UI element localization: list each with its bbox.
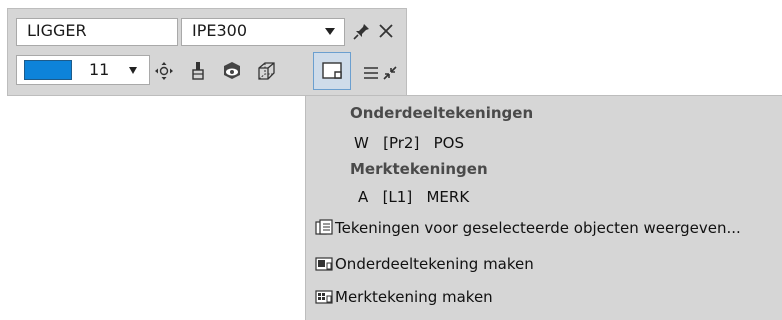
drawings-button[interactable]	[313, 52, 351, 90]
color-select[interactable]: 11	[16, 55, 150, 85]
name-field[interactable]: LIGGER	[16, 18, 178, 46]
part-drawing-icon	[315, 257, 333, 271]
collapse-arrows-icon[interactable]	[378, 61, 402, 85]
assembly-drawing-icon	[315, 290, 333, 304]
profile-value: IPE300	[192, 21, 248, 40]
section-title-part-drawings: Onderdeeltekeningen	[350, 104, 534, 122]
name-value: LIGGER	[27, 21, 87, 40]
toolbar-panel: LIGGER IPE300 11	[7, 8, 407, 96]
move-icon[interactable]	[152, 59, 176, 83]
close-icon[interactable]	[374, 19, 398, 43]
eye-cube-icon[interactable]	[220, 59, 244, 83]
profile-select[interactable]: IPE300	[181, 18, 345, 46]
wireframe-cube-icon[interactable]	[254, 59, 278, 83]
drawing-icon	[322, 62, 342, 79]
chevron-down-icon	[129, 67, 137, 74]
assembly-drawing-entry[interactable]: A [L1] MERK	[358, 188, 469, 206]
create-assembly-drawing-label: Merktekening maken	[335, 288, 493, 306]
pin-icon[interactable]	[350, 19, 374, 43]
create-part-drawing-label: Onderdeeltekening maken	[335, 255, 534, 273]
part-drawing-entry[interactable]: W [Pr2] POS	[354, 134, 464, 152]
create-assembly-drawing-item[interactable]: Merktekening maken	[315, 285, 493, 309]
chevron-down-icon	[325, 28, 335, 35]
drawings-menu: Onderdeeltekeningen W [Pr2] POS Merkteke…	[305, 95, 782, 320]
show-drawings-label: Tekeningen voor geselecteerde objecten w…	[335, 219, 741, 237]
create-part-drawing-item[interactable]: Onderdeeltekening maken	[315, 252, 534, 276]
drawings-list-icon	[315, 219, 333, 235]
color-swatch	[24, 60, 72, 80]
color-number: 11	[89, 60, 110, 79]
show-drawings-item[interactable]: Tekeningen voor geselecteerde objecten w…	[315, 216, 741, 240]
section-title-assembly-drawings: Merktekeningen	[350, 160, 488, 178]
brush-icon[interactable]	[186, 59, 210, 83]
stage: LIGGER IPE300 11 Onderdeeltekeningen W […	[0, 0, 782, 320]
